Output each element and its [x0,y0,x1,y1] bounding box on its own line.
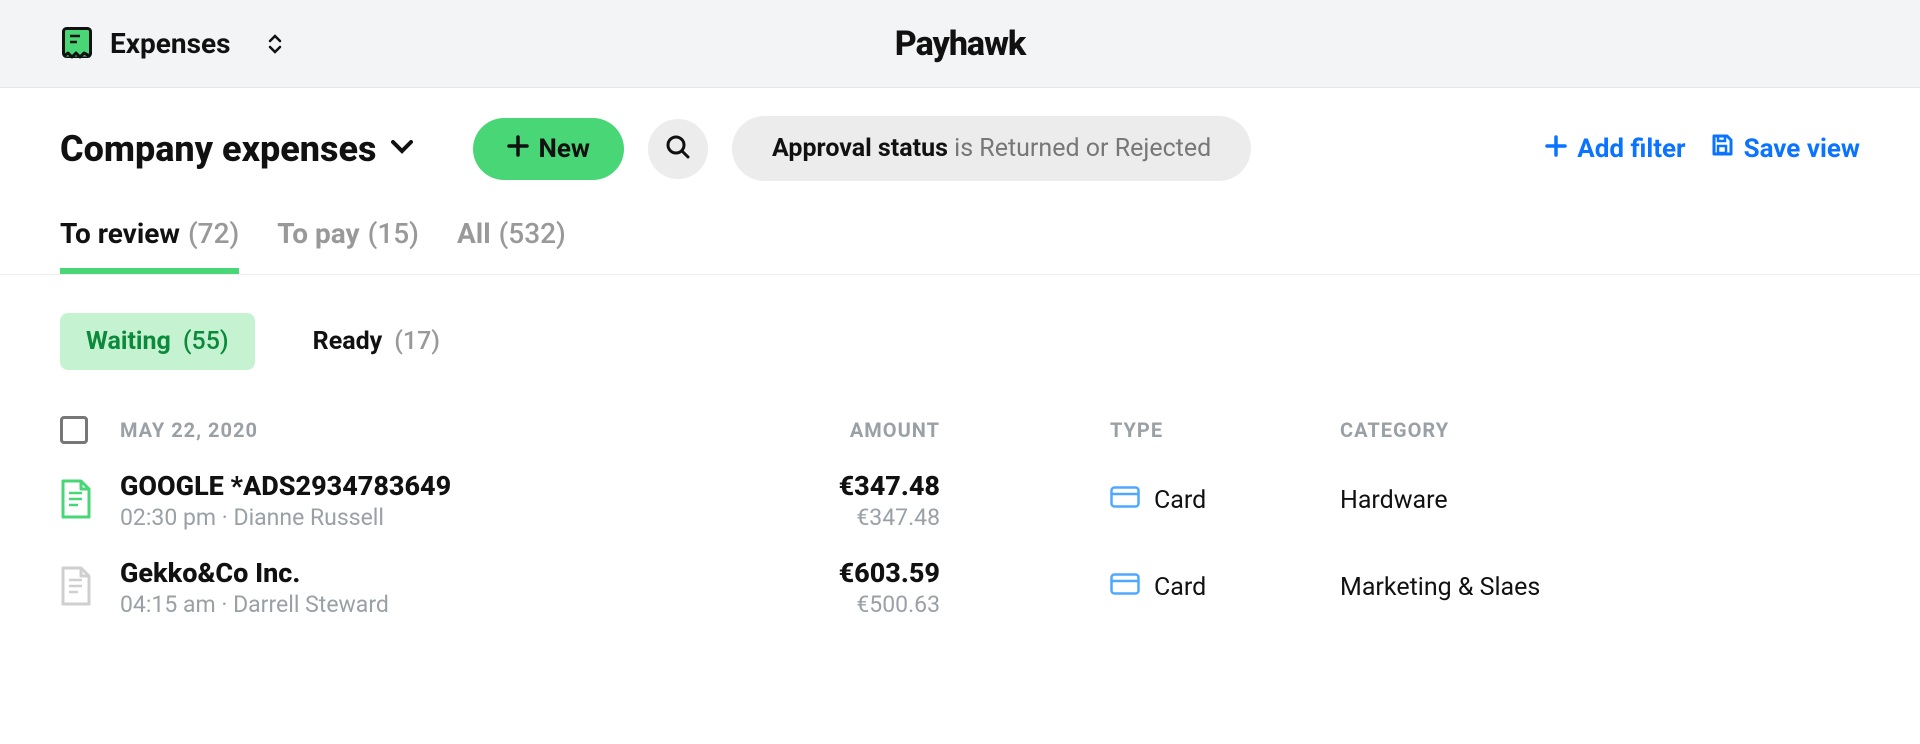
document-icon [60,479,120,523]
amount-primary: €603.59 [720,557,940,589]
brand-logo: Payhawk [895,24,1026,64]
tab-label: To pay [277,217,359,250]
subtab-count: (17) [394,327,440,356]
app-switcher[interactable]: Expenses [60,27,282,61]
save-icon [1710,133,1734,164]
filter-value: is Returned or Rejected [954,134,1211,163]
search-icon [665,134,691,164]
subtab-label: Ready [313,327,383,356]
column-type: TYPE [940,418,1340,442]
new-button[interactable]: New [473,118,624,180]
plus-icon [1545,134,1567,164]
amount-secondary: €500.63 [720,591,940,618]
card-icon [1110,486,1140,515]
amount-primary: €347.48 [720,470,940,502]
expense-row[interactable]: GOOGLE *ADS293478364902:30 pm · Dianne R… [0,444,1920,531]
subtab-count: (55) [183,327,229,356]
tab-label: To review [60,217,180,250]
subtab-label: Waiting [86,327,171,356]
tab-to-review[interactable]: To review (72) [60,217,239,274]
receipt-icon [60,27,94,61]
column-amount: AMOUNT [720,418,940,442]
column-category: CATEGORY [1340,418,1860,442]
save-view-button[interactable]: Save view [1710,133,1860,164]
expense-subtitle: 02:30 pm · Dianne Russell [120,504,720,531]
new-button-label: New [539,134,590,164]
tab-all[interactable]: All (532) [457,217,566,274]
amount-secondary: €347.48 [720,504,940,531]
expense-title: Gekko&Co Inc. [120,557,720,589]
tab-count: (15) [368,217,419,250]
search-button[interactable] [648,119,708,179]
document-icon [60,566,120,610]
save-view-label: Save view [1744,134,1860,164]
expense-title: GOOGLE *ADS2934783649 [120,470,720,502]
selector-icon [268,33,282,55]
page-title: Company expenses [60,128,377,170]
date-group-header: MAY 22, 2020 [120,418,720,442]
card-icon [1110,573,1140,602]
add-filter-label: Add filter [1577,134,1685,164]
subtab-ready[interactable]: Ready (17) [287,313,466,370]
expense-category: Marketing & Slaes [1340,573,1860,602]
expense-subtitle: 04:15 am · Darrell Steward [120,591,720,618]
tab-count: (72) [188,217,239,250]
app-name: Expenses [110,27,230,60]
tab-label: All [457,217,491,250]
subtab-waiting[interactable]: Waiting (55) [60,313,255,370]
expense-type: Card [1154,486,1206,515]
filter-label: Approval status [772,134,948,163]
filter-approval-status[interactable]: Approval status is Returned or Rejected [732,116,1251,181]
select-all-checkbox[interactable] [60,416,88,444]
expense-category: Hardware [1340,486,1860,515]
expense-row[interactable]: Gekko&Co Inc.04:15 am · Darrell Steward€… [0,531,1920,618]
add-filter-button[interactable]: Add filter [1545,134,1685,164]
plus-icon [507,134,529,164]
expense-type: Card [1154,573,1206,602]
tab-to-pay[interactable]: To pay (15) [277,217,419,274]
chevron-down-icon [391,139,413,158]
page-title-dropdown[interactable]: Company expenses [60,128,413,170]
tab-count: (532) [499,217,566,250]
